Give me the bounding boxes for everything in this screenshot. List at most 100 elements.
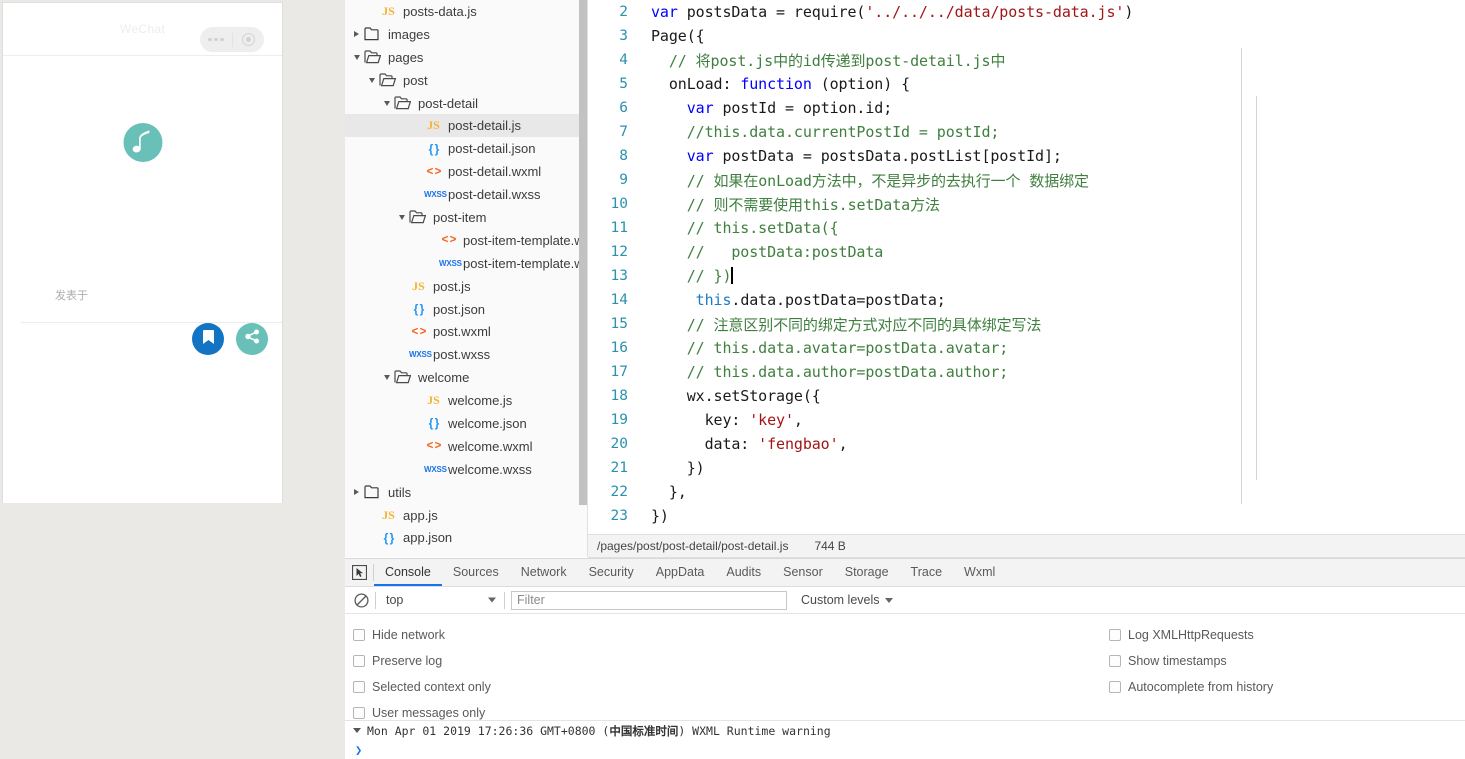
tab-sources[interactable]: Sources (442, 559, 510, 586)
tree-item-post-detail-json[interactable]: { } post-detail.json (345, 137, 587, 160)
tree-item-post-json[interactable]: { } post.json (345, 298, 587, 321)
checkbox-box[interactable] (353, 681, 365, 693)
simulator-statusbar: WeChat (3, 3, 282, 55)
checkbox-box[interactable] (1109, 629, 1121, 641)
tree-item-post-item-template-wxml[interactable]: < > post-item-template.wxml (345, 229, 587, 252)
code-line[interactable]: 8 var postData = postsData.postList[post… (588, 144, 1465, 168)
code-line[interactable]: 16 // this.data.avatar=postData.avatar; (588, 336, 1465, 360)
checkbox-selected-context-only[interactable]: Selected context only (353, 680, 491, 694)
code-line[interactable]: 17 // this.data.author=postData.author; (588, 360, 1465, 384)
tree-item-post[interactable]: post (345, 69, 587, 92)
code-line[interactable]: 20 data: 'fengbao', (588, 432, 1465, 456)
tree-item-utils[interactable]: utils (345, 481, 587, 504)
code-line[interactable]: 19 key: 'key', (588, 408, 1465, 432)
code-line[interactable]: 15 // 注意区别不同的绑定方式对应不同的具体绑定写法 (588, 312, 1465, 336)
tree-item-post-detail-js[interactable]: JS post-detail.js (345, 114, 587, 138)
tree-item-post-item[interactable]: post-item (345, 206, 587, 229)
code-line[interactable]: 23}) (588, 504, 1465, 528)
tree-item-app-js[interactable]: JS app.js (345, 504, 587, 527)
code-line[interactable]: 3 Page({ (588, 24, 1465, 48)
file-explorer-scrollbar[interactable] (579, 0, 587, 505)
tree-item-welcome-js[interactable]: JS welcome.js (345, 389, 587, 412)
tree-item-post-detail-wxml[interactable]: < > post-detail.wxml (345, 160, 587, 183)
tab-sensor[interactable]: Sensor (772, 559, 834, 586)
console-context-select[interactable]: top (376, 589, 504, 611)
tree-item-welcome-wxss[interactable]: WXSS welcome.wxss (345, 458, 587, 481)
chevron-down-icon[interactable] (366, 75, 377, 86)
tree-item-post-item-template-wxss[interactable]: WXSSpost-item-template.wxss (345, 252, 587, 275)
file-explorer[interactable]: JS posts-data.js images pages post post-detai… (345, 0, 588, 557)
code-line[interactable]: 6 var postId = option.id; (588, 96, 1465, 120)
tree-item-app-json[interactable]: { } app.json (345, 526, 587, 549)
code-line[interactable]: 12 // postData:postData (588, 240, 1465, 264)
code-line[interactable]: 13 // }) (588, 264, 1465, 288)
expand-triangle-icon[interactable] (353, 728, 361, 733)
checkbox-autocomplete-from-history[interactable]: Autocomplete from history (1109, 680, 1273, 694)
chevron-right-icon[interactable] (351, 487, 362, 498)
tree-item-welcome-wxml[interactable]: < > welcome.wxml (345, 435, 587, 458)
checkbox-preserve-log[interactable]: Preserve log (353, 654, 442, 668)
code-token: // postData:postData (651, 243, 884, 261)
capsule-buttons[interactable] (200, 27, 264, 52)
line-number: 18 (610, 388, 628, 404)
share-button[interactable] (236, 323, 268, 355)
chevron-down-icon[interactable] (381, 98, 392, 109)
checkbox-box[interactable] (353, 655, 365, 667)
code-token: Page({ (651, 27, 705, 45)
code-line[interactable]: 4 // 将post.js中的id传递到post-detail.js中 (588, 48, 1465, 72)
checkbox-user-messages-only[interactable]: User messages only (353, 706, 485, 720)
code-line[interactable]: 9 // 如果在onLoad方法中，不是异步的去执行一个 数据绑定 (588, 168, 1465, 192)
clear-console-icon[interactable] (348, 587, 375, 613)
tree-item-post-wxml[interactable]: < > post.wxml (345, 320, 587, 343)
checkbox-box[interactable] (353, 629, 365, 641)
tree-item-welcome[interactable]: welcome (345, 366, 587, 389)
console-filter-input[interactable] (511, 590, 787, 610)
checkbox-box[interactable] (1109, 655, 1121, 667)
console-levels-select[interactable]: Custom levels (801, 593, 893, 607)
code-line[interactable]: 7 //this.data.currentPostId = postId; (588, 120, 1465, 144)
more-dots-icon[interactable] (200, 37, 232, 42)
tree-item-welcome-json[interactable]: { } welcome.json (345, 412, 587, 435)
chevron-right-icon[interactable] (351, 29, 362, 40)
target-circle-icon[interactable] (233, 33, 265, 46)
checkbox-show-timestamps[interactable]: Show timestamps (1109, 654, 1227, 668)
code-line[interactable]: 2 var postsData = require('../../../data/… (588, 0, 1465, 24)
tab-network[interactable]: Network (510, 559, 578, 586)
tab-security[interactable]: Security (578, 559, 645, 586)
tab-console[interactable]: Console (374, 559, 442, 586)
bookmark-button[interactable] (192, 323, 224, 355)
code-line[interactable]: 21 }) (588, 456, 1465, 480)
console-input-prompt[interactable]: ❯ (345, 740, 1465, 759)
code-editor[interactable]: 2 var postsData = require('../../../data/… (588, 0, 1465, 534)
code-line[interactable]: 22 }, (588, 480, 1465, 504)
tree-item-post-detail-wxss[interactable]: WXSS post-detail.wxss (345, 183, 587, 206)
checkbox-log-xmlhttprequests[interactable]: Log XMLHttpRequests (1109, 628, 1254, 642)
tree-item-post-js[interactable]: JS post.js (345, 275, 587, 298)
tree-item-pages[interactable]: pages (345, 46, 587, 69)
code-line[interactable]: 5 onLoad: function (option) { (588, 72, 1465, 96)
chevron-down-icon[interactable] (396, 212, 407, 223)
tab-wxml[interactable]: Wxml (953, 559, 1006, 586)
checkbox-box[interactable] (353, 707, 365, 719)
checkbox-box[interactable] (1109, 681, 1121, 693)
code-line[interactable]: 11 // this.setData({ (588, 216, 1465, 240)
inspect-element-icon[interactable] (345, 559, 373, 586)
console-output[interactable]: Mon Apr 01 2019 17:26:36 GMT+0800 ( 中国标准… (345, 721, 1465, 759)
tab-appdata[interactable]: AppData (645, 559, 716, 586)
chevron-down-icon[interactable] (381, 372, 392, 383)
code-line[interactable]: 18 wx.setStorage({ (588, 384, 1465, 408)
tree-item-posts-data-js[interactable]: JS posts-data.js (345, 0, 587, 23)
tab-trace[interactable]: Trace (900, 559, 954, 586)
tab-audits[interactable]: Audits (715, 559, 772, 586)
tree-item-post-detail[interactable]: post-detail (345, 92, 587, 115)
tree-item-post-wxss[interactable]: WXSS post.wxss (345, 343, 587, 366)
console-message-row[interactable]: Mon Apr 01 2019 17:26:36 GMT+0800 ( 中国标准… (345, 721, 1465, 740)
tab-storage[interactable]: Storage (834, 559, 900, 586)
code-line[interactable]: 14 this.data.postData=postData; (588, 288, 1465, 312)
checkbox-hide-network[interactable]: Hide network (353, 628, 445, 642)
code-line[interactable]: 10 // 则不需要使用this.setData方法 (588, 192, 1465, 216)
tree-item-images[interactable]: images (345, 23, 587, 46)
tree-item-label: post-detail (418, 95, 478, 111)
chevron-down-icon[interactable] (351, 52, 362, 63)
